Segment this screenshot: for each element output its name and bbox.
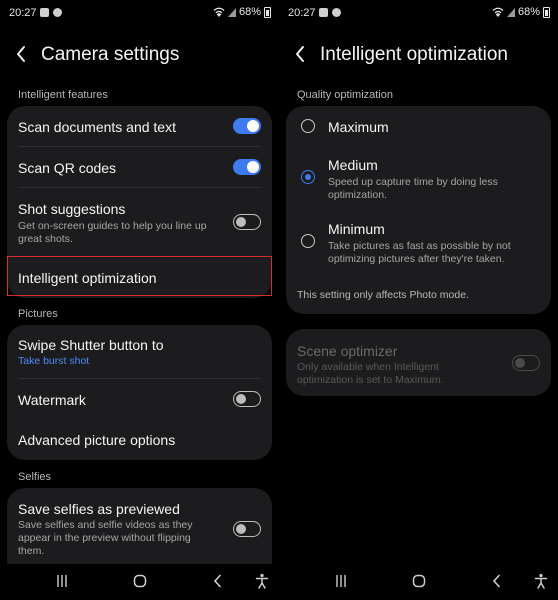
photo-mode-note: This setting only affects Photo mode.: [297, 289, 469, 301]
save-selfies-toggle[interactable]: [233, 521, 261, 537]
notification-icon: [53, 8, 62, 17]
page-title: Intelligent optimization: [320, 44, 508, 65]
radio-medium[interactable]: [301, 170, 315, 184]
wifi-icon: [213, 7, 225, 17]
battery-percent: 68%: [238, 6, 261, 18]
option-minimum[interactable]: Minimum Take pictures as fast as possibl…: [286, 216, 551, 274]
scan-qr-label: Scan QR codes: [18, 160, 117, 176]
home-icon[interactable]: [410, 572, 428, 590]
scene-optimizer-row: Scene optimizer Only available when Inte…: [286, 329, 551, 396]
pictures-card: Swipe Shutter button to Take burst shot …: [7, 325, 272, 460]
scene-optimizer-description: Only available when Intelligent optimiza…: [297, 361, 444, 386]
navigation-bar: [279, 564, 558, 600]
intelligent-optimization-screen: 20:27 68% Intelligent optimization Quali…: [279, 0, 558, 600]
swipe-shutter-value: Take burst shot: [18, 355, 90, 367]
battery-icon: [543, 6, 550, 18]
navigation-bar: [0, 564, 279, 600]
swipe-shutter-label: Swipe Shutter button to: [18, 337, 164, 353]
radio-minimum[interactable]: [301, 234, 315, 248]
battery-percent: 68%: [517, 6, 540, 18]
battery-icon: [264, 6, 271, 18]
scan-documents-label: Scan documents and text: [18, 119, 176, 135]
save-selfies-description: Save selfies and selfie videos as they a…: [18, 519, 193, 557]
watermark-toggle[interactable]: [233, 391, 261, 407]
recents-icon[interactable]: [332, 572, 350, 590]
option-minimum-label: Minimum: [328, 221, 385, 237]
highlight-box: [7, 256, 272, 296]
back-arrow-icon[interactable]: [293, 44, 309, 64]
back-icon[interactable]: [209, 572, 227, 590]
option-medium[interactable]: Medium Speed up capture time by doing le…: [286, 152, 551, 210]
section-quality-optimization: Quality optimization: [297, 89, 393, 101]
option-minimum-description: Take pictures as fast as possible by not…: [328, 240, 511, 265]
status-time: 20:27: [288, 7, 316, 19]
back-arrow-icon[interactable]: [14, 44, 30, 64]
page-title: Camera settings: [41, 44, 180, 65]
home-icon[interactable]: [131, 572, 149, 590]
camera-settings-screen: 20:27 68% Camera settings Intelligent fe…: [0, 0, 279, 600]
option-medium-label: Medium: [328, 157, 378, 173]
notification-icon: [40, 8, 49, 17]
shot-suggestions-label: Shot suggestions: [18, 201, 126, 217]
status-bar: 20:27 68%: [279, 0, 558, 26]
scan-documents-toggle[interactable]: [233, 118, 261, 134]
scan-documents-row[interactable]: Scan documents and text: [7, 106, 272, 146]
quality-options-card: Maximum Medium Speed up capture time by …: [286, 106, 551, 314]
accessibility-icon[interactable]: [532, 572, 550, 590]
status-time: 20:27: [9, 7, 37, 19]
accessibility-icon[interactable]: [253, 572, 271, 590]
page-header: Intelligent optimization: [279, 40, 558, 70]
advanced-picture-row[interactable]: Advanced picture options: [7, 420, 272, 460]
scan-qr-toggle[interactable]: [233, 159, 261, 175]
scene-optimizer-label: Scene optimizer: [297, 343, 398, 359]
shot-suggestions-toggle[interactable]: [233, 214, 261, 230]
swipe-shutter-row[interactable]: Swipe Shutter button to Take burst shot: [7, 325, 272, 378]
option-medium-description: Speed up capture time by doing less opti…: [328, 176, 498, 201]
signal-icon: [506, 8, 515, 17]
section-selfies: Selfies: [18, 471, 52, 483]
advanced-picture-label: Advanced picture options: [18, 432, 176, 448]
watermark-label: Watermark: [18, 392, 86, 408]
scene-optimizer-toggle: [512, 355, 540, 371]
notification-icon: [332, 8, 341, 17]
recents-icon[interactable]: [53, 572, 71, 590]
save-selfies-label: Save selfies as previewed: [18, 501, 180, 517]
shot-suggestions-description: Get on-screen guides to help you line up…: [18, 220, 207, 245]
wifi-icon: [492, 7, 504, 17]
status-bar: 20:27 68%: [0, 0, 279, 26]
scene-optimizer-card: Scene optimizer Only available when Inte…: [286, 329, 551, 396]
signal-icon: [227, 8, 236, 17]
section-pictures: Pictures: [18, 308, 58, 320]
notification-icon: [319, 8, 328, 17]
page-header: Camera settings: [0, 40, 279, 70]
option-maximum[interactable]: Maximum: [286, 106, 551, 146]
radio-maximum[interactable]: [301, 119, 315, 133]
section-intelligent-features: Intelligent features: [18, 89, 108, 101]
option-maximum-label: Maximum: [328, 119, 389, 135]
shot-suggestions-row[interactable]: Shot suggestions Get on-screen guides to…: [7, 188, 272, 256]
back-icon[interactable]: [488, 572, 506, 590]
scan-qr-row[interactable]: Scan QR codes: [7, 147, 272, 187]
watermark-row[interactable]: Watermark: [7, 379, 272, 419]
